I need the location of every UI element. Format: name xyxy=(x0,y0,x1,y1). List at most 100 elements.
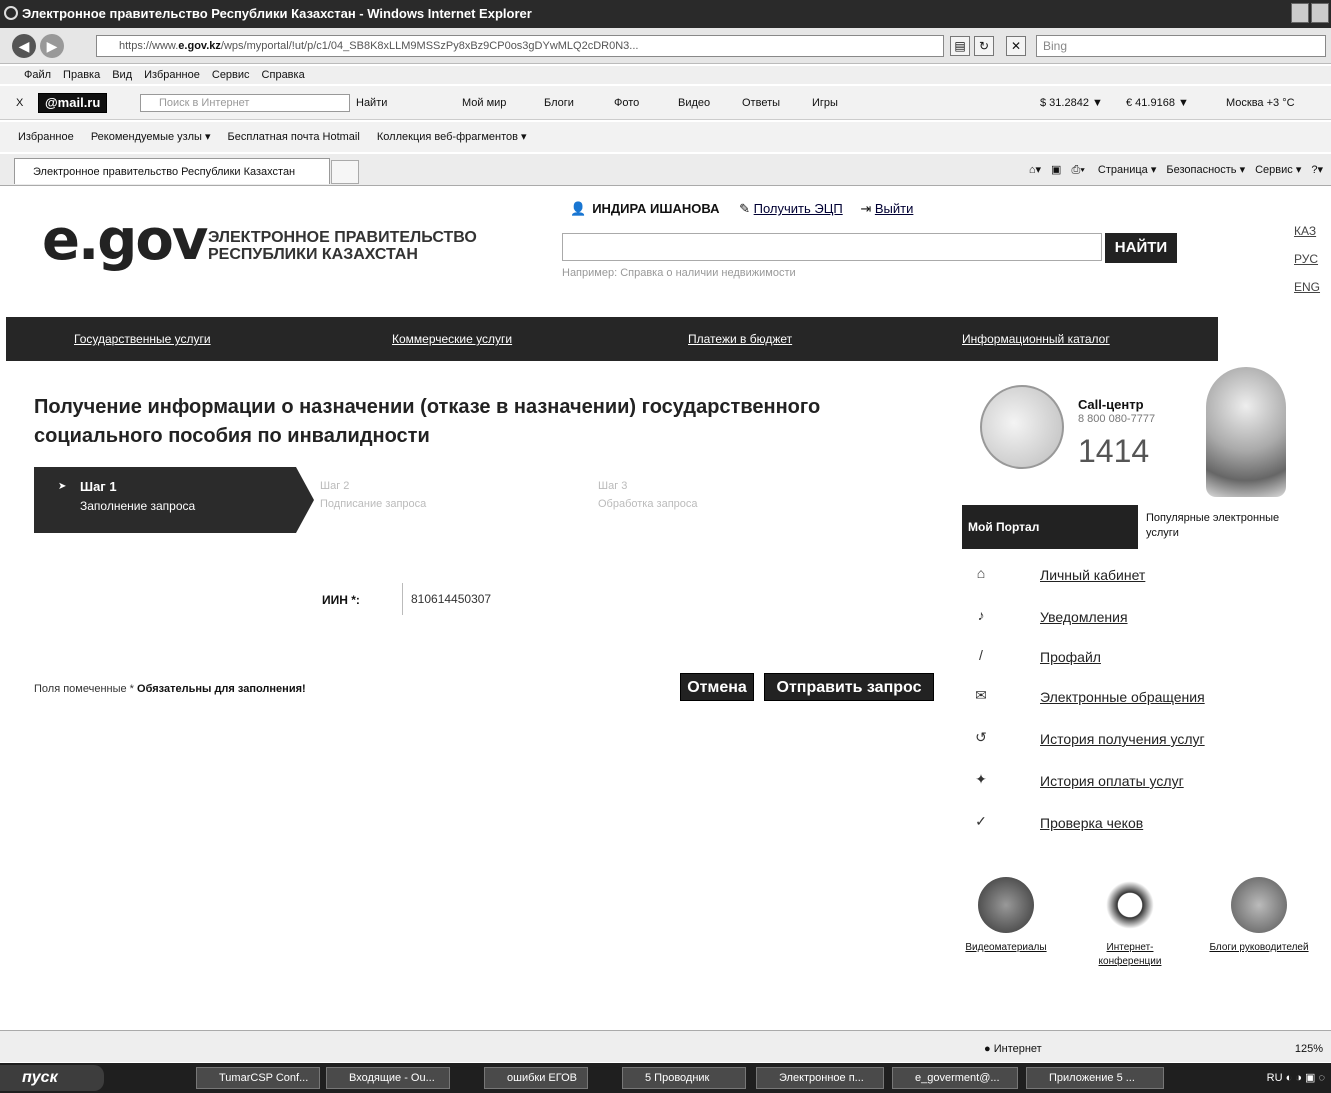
taskbar-button[interactable]: e_goverment@... xyxy=(892,1067,1018,1089)
minimize-button[interactable] xyxy=(1291,3,1309,23)
taskbar: пуск TumarCSP Conf... Входящие - Ou... о… xyxy=(0,1063,1331,1093)
toolbar-item-games[interactable]: Игры xyxy=(812,86,838,120)
sidebar-item-label: Личный кабинет xyxy=(1040,567,1146,583)
taskbar-button[interactable]: Электронное п... xyxy=(756,1067,884,1089)
bing-search-input[interactable]: Bing xyxy=(1036,35,1326,57)
address-input[interactable]: https://www.e.gov.kz/wps/myportal/!ut/p/… xyxy=(96,35,944,57)
new-tab-button[interactable] xyxy=(331,160,359,184)
media-conferences[interactable]: Интернет-конференции xyxy=(1090,877,1170,969)
sidebar-tabs: Мой Портал Популярные электронные услуги xyxy=(962,505,1322,549)
taskbar-button[interactable]: ошибки ЕГОВ xyxy=(484,1067,588,1089)
toolbar-item-photo[interactable]: Фото xyxy=(614,86,639,120)
compat-view-icon[interactable]: ▤ xyxy=(950,36,970,56)
taskbar-button[interactable]: TumarCSP Conf... xyxy=(196,1067,320,1089)
mailru-search-input[interactable]: Поиск в Интернет xyxy=(140,94,350,112)
logo-caption: ЭЛЕКТРОННОЕ ПРАВИТЕЛЬСТВО РЕСПУБЛИКИ КАЗ… xyxy=(208,229,508,263)
logo-line-2: РЕСПУБЛИКИ КАЗАХСТАН xyxy=(208,246,418,263)
toolbar-item-video[interactable]: Видео xyxy=(678,86,710,120)
lang-eng[interactable]: ENG xyxy=(1294,273,1320,301)
help-icon[interactable]: ?▾ xyxy=(1311,164,1323,176)
close-toolbar-icon[interactable]: X xyxy=(16,86,23,120)
cmd-security[interactable]: Безопасность ▾ xyxy=(1166,164,1245,176)
submit-request-button[interactable]: Отправить запрос xyxy=(764,673,934,701)
step-3-title: Шаг 3 xyxy=(598,480,628,492)
menu-help[interactable]: Справка xyxy=(262,69,305,81)
status-bar: ● Интернет 125% xyxy=(0,1030,1331,1062)
step-arrow-icon: ➤ xyxy=(58,481,67,492)
sidebar-item-cabinet[interactable]: ⌂ Личный кабинет xyxy=(962,561,1322,591)
menu-view[interactable]: Вид xyxy=(112,69,132,81)
step-2-title: Шаг 2 xyxy=(320,480,350,492)
zoom-level[interactable]: 125% xyxy=(1295,1043,1323,1055)
media-blogs[interactable]: Блоги руководителей xyxy=(1204,877,1314,955)
fav-web-slices[interactable]: Коллекция веб-фрагментов ▾ xyxy=(377,131,527,143)
iin-label: ИИН *: xyxy=(322,593,360,607)
taskbar-button[interactable]: 5 Проводник xyxy=(622,1067,746,1089)
operator-image xyxy=(1206,367,1286,497)
taskbar-button[interactable]: Приложение 5 ... xyxy=(1026,1067,1164,1089)
toolbar-item-answers[interactable]: Ответы xyxy=(742,86,780,120)
stop-icon[interactable]: ✕ xyxy=(1006,36,1026,56)
logout-link[interactable]: Выйти xyxy=(875,201,914,216)
nav-info-catalog[interactable]: Информационный каталог xyxy=(962,317,1110,361)
cancel-button[interactable]: Отмена xyxy=(680,673,754,701)
cmd-page[interactable]: Страница ▾ xyxy=(1098,164,1156,176)
bing-placeholder: Bing xyxy=(1043,39,1068,53)
lang-rus[interactable]: РУС xyxy=(1294,245,1320,273)
menu-favorites[interactable]: Избранное xyxy=(144,69,200,81)
mailru-find-button[interactable]: Найти xyxy=(356,86,387,120)
nav-gov-services[interactable]: Государственные услуги xyxy=(74,317,211,361)
tab-egov[interactable]: Электронное правительство Республики Каз… xyxy=(14,158,330,184)
taskbar-button[interactable]: Входящие - Ou... xyxy=(326,1067,450,1089)
sidebar-item-notifications[interactable]: ♪ Уведомления xyxy=(962,603,1322,633)
favorites-button[interactable]: Избранное xyxy=(18,131,74,143)
history-icon: ↺ xyxy=(975,729,987,745)
home-icon[interactable]: ⌂▾ xyxy=(1029,164,1041,176)
cmd-tools[interactable]: Сервис ▾ xyxy=(1255,164,1301,176)
feeds-icon[interactable]: ▣ xyxy=(1051,164,1061,176)
fav-hotmail[interactable]: Бесплатная почта Hotmail xyxy=(228,131,360,143)
nav-commercial-services[interactable]: Коммерческие услуги xyxy=(392,317,512,361)
iin-input[interactable]: 810614450307 xyxy=(402,583,638,615)
toolbar-item-moi-mir[interactable]: Мой мир xyxy=(462,86,506,120)
toolbar-item-blogs[interactable]: Блоги xyxy=(544,86,574,120)
menu-edit[interactable]: Правка xyxy=(63,69,100,81)
sidebar-item-e-requests[interactable]: ✉ Электронные обращения xyxy=(962,683,1322,713)
fav-suggested-sites[interactable]: Рекомендуемые узлы ▾ xyxy=(91,131,211,143)
lang-kaz[interactable]: КАЗ xyxy=(1294,217,1320,245)
sidebar-item-check-receipts[interactable]: ✓ Проверка чеков xyxy=(962,809,1322,839)
print-icon[interactable]: ⎙▾ xyxy=(1071,164,1084,176)
user-icon: 👤 xyxy=(570,201,587,216)
sidebar-item-profile[interactable]: / Профайл xyxy=(962,643,1322,673)
call-center-title: Call-центр xyxy=(1078,397,1144,412)
nav-budget-payments[interactable]: Платежи в бюджет xyxy=(688,317,792,361)
bell-icon: ♪ xyxy=(977,607,985,623)
portal-search-input[interactable] xyxy=(562,233,1102,261)
search-button[interactable]: НАЙТИ xyxy=(1105,233,1177,263)
input-language[interactable]: RU xyxy=(1267,1072,1283,1084)
get-ecp-link[interactable]: Получить ЭЦП xyxy=(754,201,843,216)
forward-button[interactable]: ▶ xyxy=(40,34,64,58)
user-bar: 👤 ИНДИРА ИШАНОВА ✎ Получить ЭЦП ⇥ Выйти xyxy=(570,201,927,217)
tab-my-portal[interactable]: Мой Портал xyxy=(962,505,1138,549)
media-videos-label: Видеоматериалы xyxy=(965,942,1047,953)
back-button[interactable]: ◀ xyxy=(12,34,36,58)
title-bar: Электронное правительство Республики Каз… xyxy=(0,0,1331,28)
sidebar-item-service-history[interactable]: ↺ История получения услуг xyxy=(962,725,1322,755)
media-videos[interactable]: Видеоматериалы xyxy=(956,877,1056,955)
menu-tools[interactable]: Сервис xyxy=(212,69,250,81)
weather: Москва +3 °C xyxy=(1226,97,1295,109)
tab-popular-services[interactable]: Популярные электронные услуги xyxy=(1146,511,1306,541)
window-title: Электронное правительство Республики Каз… xyxy=(22,6,532,21)
menu-file[interactable]: Файл xyxy=(24,69,51,81)
tab-bar: Электронное правительство Республики Каз… xyxy=(0,154,1331,186)
mailru-logo[interactable]: @mail.ru xyxy=(38,93,108,113)
refresh-icon[interactable]: ↻ xyxy=(974,36,994,56)
sidebar-item-label: История получения услуг xyxy=(1040,731,1205,747)
language-switcher: КАЗ РУС ENG xyxy=(1294,217,1320,301)
egov-logo[interactable]: e.gov xyxy=(42,211,208,271)
maximize-button[interactable] xyxy=(1311,3,1329,23)
start-button[interactable]: пуск xyxy=(0,1065,104,1091)
logo-line-1: ЭЛЕКТРОННОЕ ПРАВИТЕЛЬСТВО xyxy=(208,229,477,246)
sidebar-item-payment-history[interactable]: ✦ История оплаты услуг xyxy=(962,767,1322,797)
